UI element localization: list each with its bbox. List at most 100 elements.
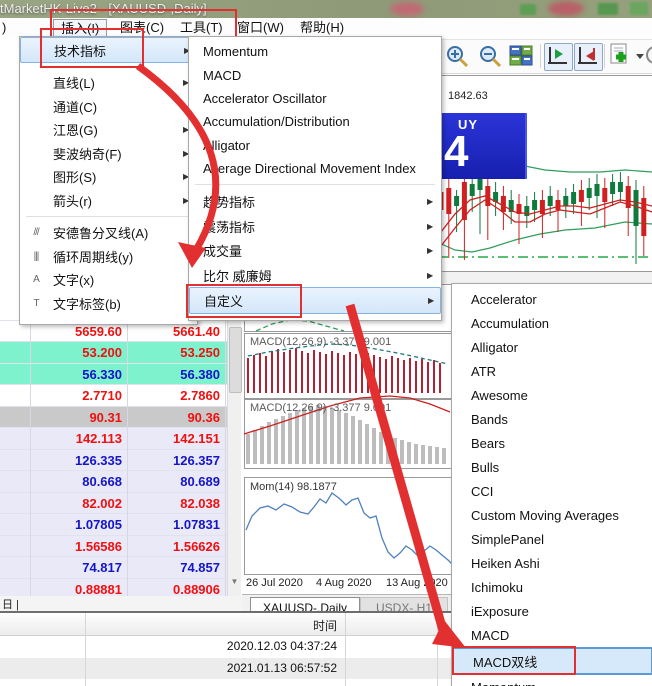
menu-item-iexposure[interactable]: iExposure [452, 599, 652, 623]
mt4-application-window: tMarketHK-Live2 - [XAUUSD-,Daily] ) 插入(I… [0, 0, 652, 686]
chart-autoscroll-icon[interactable] [574, 43, 603, 71]
menu-item-label: Custom Moving Averages [471, 508, 619, 523]
clock-partial-icon[interactable] [645, 44, 652, 68]
menu-item-label: Accelerator [471, 292, 537, 307]
menu-item-label: Bulls [471, 460, 499, 475]
submenu-arrow-icon: ▶ [427, 197, 433, 206]
add-indicator-icon[interactable] [609, 43, 635, 71]
menu-item-ichimoku[interactable]: Ichimoku [452, 575, 652, 599]
market-watch-row[interactable]: 2.77102.7860 [0, 385, 227, 407]
macd2-label: MACD(12,26,9) -3.377 9.001 [250, 402, 391, 414]
menu-item-text[interactable]: A文字(x) [20, 268, 197, 292]
market-watch-tab-fragment: 日 | [0, 596, 242, 612]
price-chart-window [437, 75, 652, 285]
menubar-window[interactable]: 窗口(W) [230, 19, 291, 37]
menu-item-label: Momentum [203, 44, 268, 59]
bid-value: 74.817 [30, 557, 122, 579]
menu-item-bulls[interactable]: Bulls [452, 455, 652, 479]
menu-item-alligator[interactable]: Alligator [452, 335, 652, 359]
menu-item-label: Ichimoku [471, 580, 523, 595]
menu-item-alligator[interactable]: Alligator [189, 134, 441, 157]
menu-item-label: 图形(S) [53, 167, 96, 186]
menu-item-momentum[interactable]: Momentum [189, 40, 441, 63]
market-watch-row[interactable]: 126.335126.357 [0, 450, 227, 472]
menu-item-bears[interactable]: Bears [452, 431, 652, 455]
menu-item-macd[interactable]: MACD [452, 623, 652, 647]
menu-item-label: Momentum [471, 680, 536, 686]
zoom-in-icon[interactable] [445, 44, 471, 70]
menu-item-heiken-ashi[interactable]: Heiken Ashi [452, 551, 652, 575]
menu-item-trend[interactable]: 趋势指标▶ [189, 189, 441, 214]
market-watch-row[interactable]: 74.81774.857 [0, 557, 227, 579]
ask-value: 74.857 [127, 557, 220, 579]
macd1-label: MACD(12,26,9) -3.377 9.001 [250, 336, 391, 348]
insert-menu-popup: 技术指标▶直线(L)▶通道(C)▶江恩(G)▶斐波纳奇(F)▶图形(S)▶箭头(… [19, 36, 198, 325]
menu-item-bands[interactable]: Bands [452, 407, 652, 431]
bid-value: 90.31 [30, 407, 122, 429]
menu-item-label: 斐波纳奇(F) [53, 144, 122, 163]
time-axis-label: 26 Jul 2020 [246, 577, 303, 589]
momentum-label: Mom(14) 98.1877 [250, 481, 337, 493]
menu-item-oscillators[interactable]: 震荡指标▶ [189, 214, 441, 239]
one-click-buy-widget[interactable]: UY 4 [438, 113, 527, 179]
scrollbar-down-arrow[interactable]: ▼ [229, 574, 240, 590]
market-watch-row[interactable]: 53.20053.250 [0, 342, 227, 364]
time-value: 2021.01.13 06:57:52 [85, 658, 337, 679]
menu-item-andrews[interactable]: ///安德鲁分叉线(A) [20, 221, 197, 245]
bid-value: 1.56586 [30, 536, 122, 558]
market-watch-row[interactable]: 82.00282.038 [0, 493, 227, 515]
market-watch-scrollbar[interactable]: ▼ [227, 299, 241, 598]
annotation-box-custom [186, 284, 302, 318]
submenu-arrow-icon: ▶ [427, 246, 433, 255]
menu-item-cycle-lines[interactable]: |||循环周期线(y) [20, 245, 197, 269]
menu-item-label: 箭头(r) [53, 191, 92, 210]
menu-item-label: Alligator [203, 138, 250, 153]
menu-item-label: SimplePanel [471, 532, 544, 547]
menu-item-admi[interactable]: Average Directional Movement Index [189, 157, 441, 180]
menu-item-awesome[interactable]: Awesome [452, 383, 652, 407]
cycle-lines-icon: ||| [26, 251, 46, 262]
chart-shift-icon[interactable] [544, 43, 573, 71]
text-icon: A [26, 274, 46, 285]
market-watch-row[interactable]: 1.565861.56626 [0, 536, 227, 558]
menu-item-channels[interactable]: 通道(C)▶ [20, 95, 197, 119]
menu-item-label: MACD [203, 68, 241, 83]
indicator-dropdown-icon[interactable] [635, 52, 645, 60]
market-watch-row[interactable]: 56.33056.380 [0, 364, 227, 386]
market-watch-row[interactable]: 90.3190.36 [0, 407, 227, 429]
menu-item-custom-moving-averages[interactable]: Custom Moving Averages [452, 503, 652, 527]
bid-value: 53.200 [30, 342, 122, 364]
menu-item-arrows[interactable]: 箭头(r)▶ [20, 189, 197, 213]
bid-value: 56.330 [30, 364, 122, 386]
market-watch-row[interactable]: 142.113142.151 [0, 428, 227, 450]
menu-item-volumes[interactable]: 成交量▶ [189, 238, 441, 263]
menu-item-cci[interactable]: CCI [452, 479, 652, 503]
menu-item-simplepanel[interactable]: SimplePanel [452, 527, 652, 551]
menu-item-accumulation[interactable]: Accumulation [452, 311, 652, 335]
price-value-label: 1842.63 [448, 90, 488, 102]
menu-item-lines[interactable]: 直线(L)▶ [20, 71, 197, 95]
market-watch-row[interactable]: 80.66880.689 [0, 471, 227, 493]
menubar-help[interactable]: 帮助(H) [293, 19, 351, 37]
menu-item-gann[interactable]: 江恩(G)▶ [20, 118, 197, 142]
menu-item-fibonacci[interactable]: 斐波纳奇(F)▶ [20, 142, 197, 166]
ask-value: 1.56626 [127, 536, 220, 558]
ask-value: 56.380 [127, 364, 220, 386]
menu-item-atr[interactable]: ATR [452, 359, 652, 383]
menu-item-shapes[interactable]: 图形(S)▶ [20, 165, 197, 189]
menu-item-accumulation-distribution[interactable]: Accumulation/Distribution [189, 110, 441, 133]
menu-item-accelerator-oscillator[interactable]: Accelerator Oscillator [189, 87, 441, 110]
menu-item-label: Bands [471, 412, 508, 427]
menu-item-text-label[interactable]: T文字标签(b) [20, 292, 197, 316]
tile-windows-icon[interactable] [509, 44, 535, 70]
menu-item-macd[interactable]: MACD [189, 63, 441, 86]
menu-item-accelerator[interactable]: Accelerator [452, 287, 652, 311]
market-watch-row[interactable]: 1.078051.07831 [0, 514, 227, 536]
menu-item-label: ATR [471, 364, 496, 379]
menu-item-label: Awesome [471, 388, 528, 403]
menu-item-momentum[interactable]: Momentum [452, 675, 652, 686]
zoom-out-icon[interactable] [478, 44, 504, 70]
scrollbar-thumb[interactable] [229, 327, 242, 393]
time-axis: 26 Jul 20204 Aug 202013 Aug 2020 [244, 575, 452, 592]
menu-item-label: 江恩(G) [53, 120, 98, 139]
